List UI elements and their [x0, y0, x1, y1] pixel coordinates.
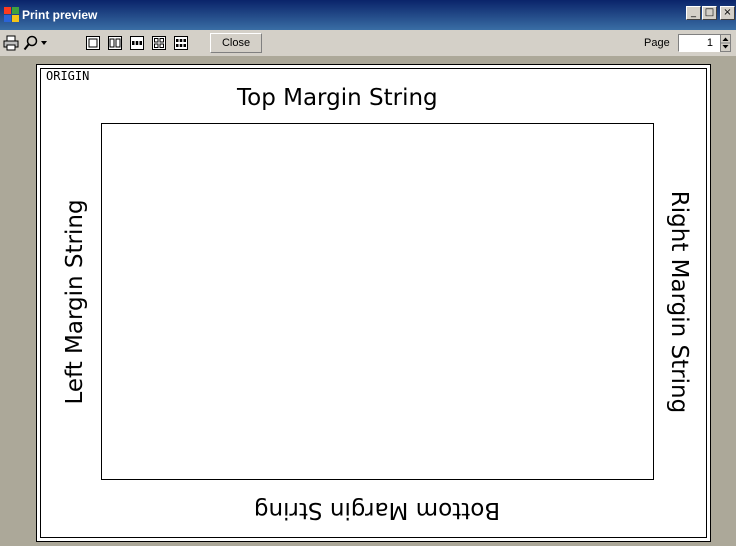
zoom-dropdown-button[interactable]: [38, 34, 50, 52]
minimize-button[interactable]: _: [686, 6, 701, 20]
four-pages-icon: [152, 36, 166, 50]
left-margin-string: Left Margin String: [62, 199, 88, 405]
two-pages-button[interactable]: [106, 34, 124, 52]
toolbar: Close Page 1: [0, 30, 736, 56]
one-page-icon: [86, 36, 100, 50]
spinner-arrows-icon: [721, 37, 730, 49]
four-pages-button[interactable]: [150, 34, 168, 52]
preview-page: ORIGIN Top Margin String Left Margin Str…: [36, 64, 711, 542]
page-label: Page: [644, 37, 670, 49]
three-pages-button[interactable]: [128, 34, 146, 52]
maximize-button[interactable]: □: [702, 6, 717, 20]
page-spinner[interactable]: [720, 34, 731, 52]
window-title: Print preview: [22, 8, 98, 22]
preview-area[interactable]: ORIGIN Top Margin String Left Margin Str…: [0, 56, 736, 546]
zoom-dropdown-icon: [41, 41, 47, 45]
app-icon: [4, 7, 20, 23]
title-bar: Print preview _ □ ×: [0, 0, 736, 30]
printer-icon: [3, 35, 19, 51]
margin-rectangle: [101, 123, 654, 480]
right-margin-string: Right Margin String: [666, 190, 692, 414]
close-button[interactable]: Close: [210, 33, 262, 53]
six-pages-button[interactable]: [172, 34, 190, 52]
origin-label: ORIGIN: [46, 69, 90, 83]
close-window-button[interactable]: ×: [720, 6, 735, 20]
print-button[interactable]: [2, 34, 20, 52]
six-pages-icon: [174, 36, 188, 50]
one-page-button[interactable]: [84, 34, 102, 52]
two-pages-icon: [108, 36, 122, 50]
zoom-icon: [23, 35, 38, 51]
top-margin-string: Top Margin String: [237, 85, 438, 111]
bottom-margin-string: Bottom Margin String: [253, 497, 501, 523]
three-pages-icon: [130, 36, 144, 50]
